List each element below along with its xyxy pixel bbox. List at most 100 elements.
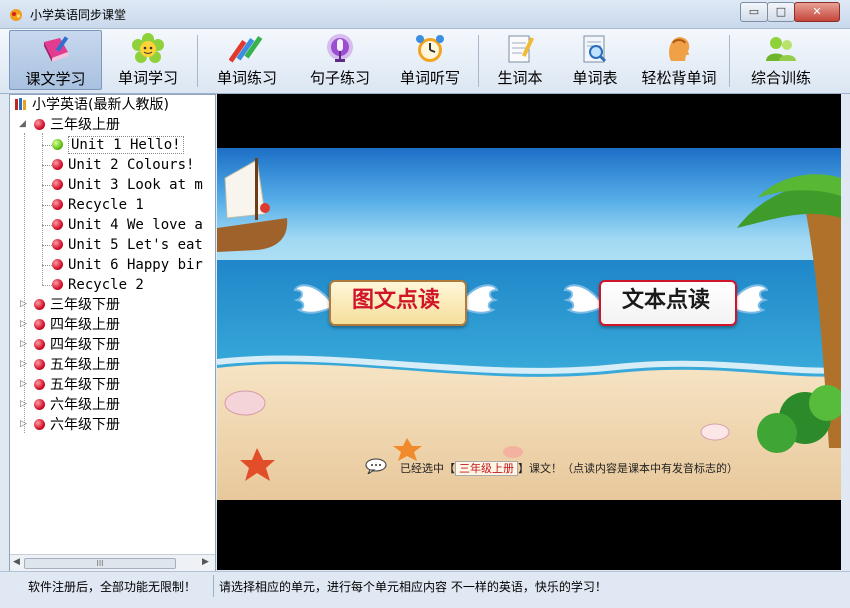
tree-unit-6[interactable]: Unit 6 Happy bir: [52, 255, 203, 275]
text-read-button[interactable]: 文本点读: [563, 270, 769, 336]
close-icon: ✕: [812, 5, 822, 18]
tree-unit-3[interactable]: Unit 3 Look at m: [52, 175, 203, 195]
tree-connector: [42, 145, 52, 146]
tree-grade-label: 四年级下册: [50, 337, 120, 353]
expand-arrow-icon[interactable]: ▷: [20, 359, 27, 369]
red-bullet-icon: [52, 279, 63, 290]
lesson-tree: 小学英语(最新人教版) ◢ 三年级上册 Unit 1 Hello! Unit 2…: [10, 95, 215, 555]
expand-arrow-icon[interactable]: ▷: [20, 399, 27, 409]
tab-label: 单词表: [572, 69, 618, 87]
tree-grade-label: 五年级上册: [50, 357, 120, 373]
tree-unit-label: Unit 1 Hello!: [68, 136, 184, 154]
tree-grade-label: 五年级下册: [50, 377, 120, 393]
lesson-tree-panel: 小学英语(最新人教版) ◢ 三年级上册 Unit 1 Hello! Unit 2…: [9, 94, 216, 572]
red-bullet-icon: [34, 299, 45, 310]
toolbar-separator: [478, 35, 479, 87]
tab-label: 综合训练: [750, 69, 811, 87]
tab-label: 课文学习: [25, 70, 86, 88]
expand-arrow-icon[interactable]: ▷: [20, 299, 27, 309]
red-bullet-icon: [34, 399, 45, 410]
tree-connector: [42, 185, 52, 186]
tree-grade-4-upper[interactable]: 四年级上册: [34, 315, 120, 335]
microphone-icon: [327, 34, 353, 62]
scroll-left-icon[interactable]: ◀: [13, 557, 20, 567]
red-bullet-icon: [52, 219, 63, 230]
expand-arrow-icon[interactable]: ▷: [20, 339, 27, 349]
tab-word-list[interactable]: 单词表: [561, 30, 629, 90]
notepad-pencil-icon: [508, 35, 535, 63]
tree-grade-label: 三年级下册: [50, 297, 120, 313]
tab-easy-memorize[interactable]: 轻松背单词: [634, 30, 724, 90]
status-bar: 软件注册后，全部功能无限制！ 请选择相应的单元，进行每个单元相应内容 不一样的英…: [0, 571, 850, 608]
tab-label: 句子练习: [309, 69, 370, 87]
minimize-button[interactable]: ▭: [740, 2, 768, 22]
tree-unit-1[interactable]: Unit 1 Hello!: [52, 135, 184, 155]
close-button[interactable]: ✕: [794, 2, 840, 22]
pencils-icon: [229, 36, 263, 63]
tree-grade-4-lower[interactable]: 四年级下册: [34, 335, 120, 355]
tab-comprehensive-training[interactable]: 综合训练: [735, 30, 827, 90]
selection-hint: 已经选中【 三年级上册 】课文！（点读内容是课本中有发音标志的）: [400, 460, 738, 476]
tree-connector: [42, 265, 52, 266]
hint-prefix: 已经选中【: [400, 462, 455, 475]
tree-recycle-2[interactable]: Recycle 2: [52, 275, 144, 295]
tree-unit-5[interactable]: Unit 5 Let's eat: [52, 235, 203, 255]
status-message: 请选择相应的单元，进行每个单元相应内容 不一样的英语，快乐的学习！: [219, 580, 607, 594]
tree-recycle-1[interactable]: Recycle 1: [52, 195, 144, 215]
expand-arrow-icon[interactable]: ▷: [20, 419, 27, 429]
red-bullet-icon: [52, 259, 63, 270]
tree-connector: [42, 285, 52, 286]
app-logo-icon: [10, 9, 22, 21]
expand-arrow-icon[interactable]: ▷: [20, 379, 27, 389]
maximize-button[interactable]: □: [767, 2, 795, 22]
tab-new-words[interactable]: 生词本: [484, 30, 556, 90]
red-bullet-icon: [52, 179, 63, 190]
maximize-icon: □: [775, 5, 787, 18]
tree-grade-label: 六年级下册: [50, 417, 120, 433]
tab-word-dictation[interactable]: 单词听写: [388, 30, 472, 90]
scrollbar-thumb[interactable]: III: [24, 558, 176, 569]
tab-word-study[interactable]: 单词学习: [104, 30, 192, 90]
tab-sentence-practice[interactable]: 句子练习: [296, 30, 384, 90]
title-bar: 小学英语同步课堂 ▭ □ ✕: [0, 0, 850, 29]
tree-connector: [42, 133, 43, 285]
tree-connector: [42, 165, 52, 166]
head-profile-icon: [669, 37, 690, 61]
window-title: 小学英语同步课堂: [30, 8, 127, 22]
shell-icon: [700, 423, 730, 441]
red-bullet-icon: [34, 359, 45, 370]
tree-grade-6-upper[interactable]: 六年级上册: [34, 395, 120, 415]
tree-grade-3-upper[interactable]: 三年级上册: [34, 115, 120, 135]
toolbar-separator: [729, 35, 730, 87]
content-stage: 图文点读 文本点读 已经选中【 三年级上册 】课文！（点读内容是课本中有发音标志的）: [217, 94, 841, 570]
tree-unit-2[interactable]: Unit 2 Colours!: [52, 155, 194, 175]
tab-text-study[interactable]: 课文学习: [9, 30, 102, 90]
toolbar-separator: [197, 35, 198, 87]
red-bullet-icon: [34, 379, 45, 390]
shell-icon: [224, 390, 266, 416]
red-bullet-icon: [52, 159, 63, 170]
tree-grade-5-lower[interactable]: 五年级下册: [34, 375, 120, 395]
tree-grade-6-lower[interactable]: 六年级下册: [34, 415, 120, 435]
tree-connector: [42, 225, 52, 226]
red-bullet-icon: [34, 119, 45, 130]
tree-grade-5-upper[interactable]: 五年级上册: [34, 355, 120, 375]
tree-unit-label: Unit 2 Colours!: [68, 157, 195, 173]
scroll-right-icon[interactable]: ▶: [202, 557, 209, 567]
tree-grade-3-lower[interactable]: 三年级下册: [34, 295, 120, 315]
tree-unit-label: Unit 4 We love a: [68, 217, 203, 233]
tree-unit-4[interactable]: Unit 4 We love a: [52, 215, 203, 235]
red-bullet-icon: [52, 199, 63, 210]
picture-read-button[interactable]: 图文点读: [293, 270, 499, 336]
horizontal-scrollbar[interactable]: ◀ III ▶: [10, 554, 215, 571]
tab-word-practice[interactable]: 单词练习: [203, 30, 291, 90]
grip-icon: III: [96, 559, 104, 568]
tree-grade-label: 三年级上册: [50, 117, 120, 133]
people-icon: [766, 37, 796, 61]
tab-label: 单词听写: [399, 69, 460, 87]
collapse-arrow-icon[interactable]: ◢: [19, 119, 26, 129]
expand-arrow-icon[interactable]: ▷: [20, 319, 27, 329]
tab-label: 生词本: [497, 69, 543, 87]
tree-root[interactable]: 小学英语(最新人教版): [14, 95, 169, 115]
tree-connector: [42, 205, 52, 206]
